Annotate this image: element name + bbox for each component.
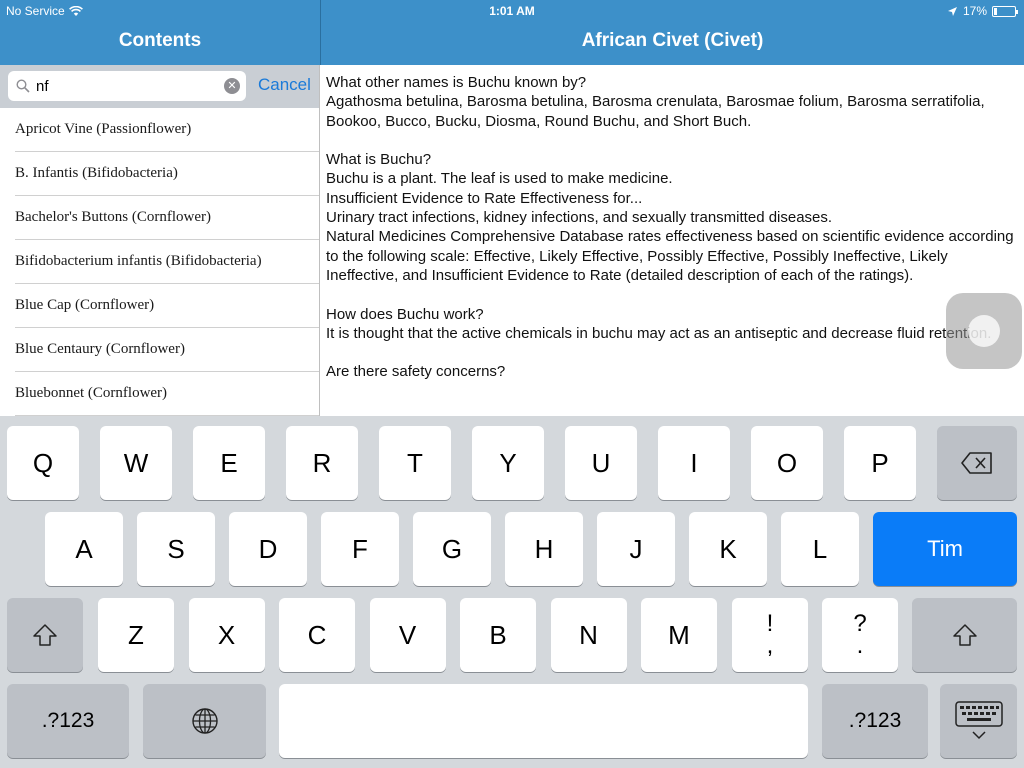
- article-text: Buchu is a plant. The leaf is used to ma…: [326, 170, 673, 188]
- key-n[interactable]: N: [550, 598, 627, 672]
- key-u[interactable]: U: [565, 426, 637, 500]
- shift-icon: [33, 624, 57, 646]
- assistive-touch-button[interactable]: [946, 293, 1022, 369]
- list-item[interactable]: Blue Centaury (Cornflower): [15, 328, 319, 372]
- cancel-button[interactable]: Cancel: [258, 75, 311, 95]
- list-item[interactable]: Bachelor's Buttons (Cornflower): [15, 196, 319, 240]
- article-text: Natural Medicines Comprehensive Database…: [326, 228, 1014, 284]
- key-o[interactable]: O: [751, 426, 823, 500]
- article-content: What other names is Buchu known by? Agath…: [321, 65, 1024, 416]
- assistive-touch-icon: [968, 315, 1000, 347]
- search-input[interactable]: [36, 75, 221, 97]
- key-label-bottom: ,: [766, 632, 774, 659]
- key-i[interactable]: I: [658, 426, 730, 500]
- article-paragraph: How does Buchu work? It is thought that t…: [326, 305, 1018, 344]
- question-period-key[interactable]: ?.: [822, 598, 898, 672]
- key-f[interactable]: F: [321, 512, 399, 586]
- article-heading: What other names is Buchu known by?: [326, 74, 587, 91]
- list-item[interactable]: Blue Cap (Cornflower): [15, 284, 319, 328]
- key-b[interactable]: B: [460, 598, 536, 672]
- globe-icon: [191, 708, 218, 734]
- battery-icon: [992, 5, 1018, 17]
- backspace-key[interactable]: [937, 426, 1017, 500]
- article-paragraph: What other names is Buchu known by? Agath…: [326, 73, 1018, 131]
- battery-level: [994, 7, 998, 15]
- article-heading: What is Buchu?: [326, 151, 432, 169]
- key-y[interactable]: Y: [472, 426, 544, 500]
- battery-percent: 17%: [962, 4, 987, 18]
- contents-list: Apricot Vine (Passionflower) B. Infantis …: [0, 108, 319, 416]
- key-l[interactable]: L: [781, 512, 859, 586]
- key-w[interactable]: W: [100, 426, 172, 500]
- key-h[interactable]: H: [505, 512, 583, 586]
- list-item[interactable]: Bluebonnet (Cornflower): [15, 372, 319, 416]
- key-t[interactable]: T: [379, 426, 451, 500]
- article-heading: How does Buchu work?: [326, 305, 484, 323]
- key-q[interactable]: Q: [7, 426, 79, 500]
- clear-search-icon[interactable]: ✕: [224, 78, 240, 94]
- search-icon: [16, 79, 30, 93]
- numbers-key-right[interactable]: .?123: [822, 684, 928, 758]
- key-g[interactable]: G: [413, 512, 491, 586]
- key-k[interactable]: K: [689, 512, 767, 586]
- key-v[interactable]: V: [369, 598, 446, 672]
- list-item[interactable]: Bifidobacterium infantis (Bifidobacteria…: [15, 240, 319, 284]
- space-key[interactable]: [279, 684, 808, 758]
- dismiss-keyboard-key[interactable]: [940, 684, 1017, 758]
- key-d[interactable]: D: [229, 512, 307, 586]
- key-a[interactable]: A: [45, 512, 123, 586]
- contents-sidebar: ✕ Cancel Apricot Vine (Passionflower)B. …: [0, 65, 320, 416]
- shift-key-left[interactable]: [7, 598, 83, 672]
- onscreen-keyboard: Q W E R T Y U I O P A S D F G H J K L Tim Z X C V B N M!,?. .?123.?…: [0, 416, 1024, 768]
- key-label-bottom: .: [856, 632, 864, 659]
- key-s[interactable]: S: [137, 512, 215, 586]
- key-e[interactable]: E: [193, 426, 265, 500]
- exclamation-comma-key[interactable]: !,: [732, 598, 808, 672]
- numbers-key-left[interactable]: .?123: [7, 684, 129, 758]
- search-bar: ✕ Cancel: [0, 65, 319, 108]
- keyboard-hide-icon: [954, 701, 1003, 740]
- status-right: 17%: [947, 3, 1018, 19]
- key-x[interactable]: X: [188, 598, 265, 672]
- article-heading: Are there safety concerns?: [326, 363, 506, 381]
- key-j[interactable]: J: [597, 512, 675, 586]
- sidebar-title: Contents: [118, 30, 202, 51]
- key-m[interactable]: M: [641, 598, 717, 672]
- article-text: It is thought that the active chemicals …: [326, 324, 992, 342]
- key-c[interactable]: C: [279, 598, 355, 672]
- list-item[interactable]: B. Infantis (Bifidobacteria): [15, 152, 319, 196]
- detail-title: African Civet (Civet): [581, 30, 764, 51]
- key-r[interactable]: R: [286, 426, 358, 500]
- backspace-icon: [961, 452, 992, 474]
- article-text: Agathosma betulina, Barosma betulina, Ba…: [326, 93, 985, 130]
- key-z[interactable]: Z: [98, 598, 174, 672]
- return-key[interactable]: Tim: [873, 512, 1017, 586]
- shift-icon: [952, 624, 977, 646]
- list-item[interactable]: Apricot Vine (Passionflower): [15, 108, 319, 152]
- location-arrow-icon: [947, 6, 957, 16]
- key-p[interactable]: P: [844, 426, 916, 500]
- article-paragraph: Are there safety concerns?: [326, 362, 1018, 381]
- globe-key[interactable]: [143, 684, 266, 758]
- article-text: Urinary tract infections, kidney infecti…: [326, 209, 833, 227]
- article-text: Insufficient Evidence to Rate Effectiven…: [326, 189, 643, 207]
- article-paragraph: What is Buchu? Buchu is a plant. The leaf…: [326, 150, 1018, 285]
- status-time: 1:01 AM: [489, 4, 535, 18]
- shift-key-right[interactable]: [912, 598, 1017, 672]
- navigation-bar: No Service 1:01 AM 17% Contents African …: [0, 0, 1024, 65]
- search-field[interactable]: ✕: [8, 71, 246, 101]
